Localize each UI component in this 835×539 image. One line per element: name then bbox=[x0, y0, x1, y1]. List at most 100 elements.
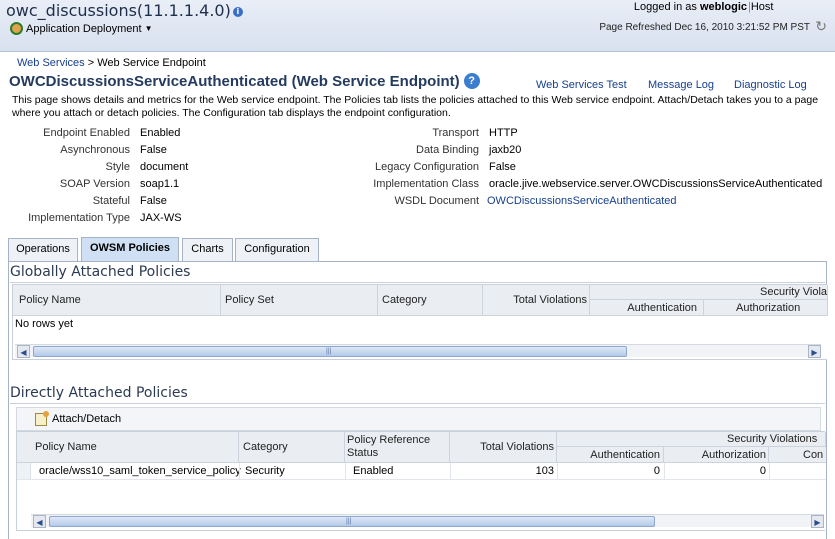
column-header-authorization[interactable]: Authorization bbox=[704, 300, 828, 316]
logged-in-prefix: Logged in as bbox=[633, 1, 697, 13]
message-log-link[interactable]: Message Log bbox=[648, 79, 714, 91]
breadcrumb-current: Web Service Endpoint bbox=[97, 57, 206, 69]
attach-detach-icon bbox=[35, 411, 49, 426]
total-violations-cell: 103 bbox=[535, 465, 554, 477]
column-header-authorization[interactable]: Authorization bbox=[664, 447, 769, 463]
direct-policies-table: Policy Name Category Policy Reference St… bbox=[16, 431, 826, 531]
page-title-text: OWCDiscussionsServiceAuthenticated (Web … bbox=[9, 73, 460, 90]
prop-value: jaxb20 bbox=[489, 144, 522, 156]
global-policies-table: Policy Name Policy Set Category Total Vi… bbox=[12, 284, 828, 360]
help-icon[interactable]: ? bbox=[463, 73, 480, 89]
web-services-test-link[interactable]: Web Services Test bbox=[536, 79, 627, 91]
info-icon[interactable]: i bbox=[232, 6, 243, 17]
deployment-icon bbox=[10, 22, 23, 35]
username: weblogic bbox=[699, 1, 747, 13]
scroll-left-button[interactable]: ◀ bbox=[33, 515, 46, 528]
prop-label: Style bbox=[105, 161, 130, 173]
application-deployment-label: Application Deployment bbox=[26, 22, 142, 35]
section-divider bbox=[10, 403, 825, 404]
column-header-con[interactable]: Con bbox=[769, 447, 826, 463]
status-cell: Enabled bbox=[353, 465, 394, 477]
column-group-security-violations: Security Viola bbox=[590, 285, 828, 300]
breadcrumb-web-services[interactable]: Web Services bbox=[17, 57, 85, 69]
breadcrumb: Web Services > Web Service Endpoint bbox=[17, 57, 206, 69]
prop-value: oracle.jive.webservice.server.OWCDiscuss… bbox=[489, 178, 823, 190]
column-header-policy-name[interactable]: Policy Name bbox=[13, 285, 221, 316]
global-policies-title: Globally Attached Policies bbox=[10, 264, 191, 280]
prop-label: WSDL Document bbox=[394, 195, 479, 207]
scroll-right-button[interactable]: ▶ bbox=[808, 345, 821, 358]
table-row[interactable]: oracle/wss10_saml_token_service_policy S… bbox=[17, 463, 826, 480]
column-group-security-violations: Security Violations bbox=[557, 432, 826, 447]
column-header-total-violations[interactable]: Total Violations bbox=[483, 285, 590, 316]
prop-value: soap1.1 bbox=[140, 178, 180, 190]
cell-divider bbox=[664, 463, 665, 479]
policies-toolbar: Attach/Detach bbox=[16, 407, 821, 431]
scroll-left-button[interactable]: ◀ bbox=[17, 345, 30, 358]
cell-divider bbox=[769, 463, 770, 479]
diagnostic-log-link[interactable]: Diagnostic Log bbox=[734, 79, 807, 91]
cell-divider bbox=[557, 463, 558, 479]
page-description: This page shows details and metrics for … bbox=[12, 94, 819, 119]
scrollbar-thumb[interactable]: ||| bbox=[33, 346, 627, 357]
empty-table-text: No rows yet bbox=[15, 318, 74, 330]
prop-label: SOAP Version bbox=[59, 178, 130, 190]
column-header-authentication[interactable]: Authentication bbox=[557, 447, 664, 463]
app-header: owc_discussions(11.1.1.4.0) i Application… bbox=[0, 0, 835, 52]
grip-icon: ||| bbox=[346, 518, 352, 525]
prop-label: Legacy Configuration bbox=[375, 161, 479, 173]
horizontal-scrollbar[interactable]: ◀ ||| ▶ bbox=[31, 514, 824, 528]
host-label[interactable]: Host bbox=[751, 1, 774, 13]
prop-label: Stateful bbox=[92, 195, 130, 207]
tab-configuration[interactable]: Configuration bbox=[235, 238, 319, 262]
logged-in-info: Logged in as weblogic bbox=[634, 1, 747, 13]
column-header-policy-name[interactable]: Policy Name bbox=[17, 432, 239, 463]
authorization-cell: 0 bbox=[759, 465, 766, 477]
horizontal-scrollbar[interactable]: ◀ ||| ▶ bbox=[15, 344, 821, 358]
column-header-policy-reference-status[interactable]: Policy Reference Status bbox=[345, 432, 450, 463]
prop-value: False bbox=[140, 195, 167, 207]
prop-label: Endpoint Enabled bbox=[43, 127, 130, 139]
prop-value: HTTP bbox=[489, 127, 518, 139]
application-deployment-menu[interactable]: Application Deployment ▼ bbox=[10, 22, 153, 35]
tab-operations[interactable]: Operations bbox=[8, 238, 78, 262]
app-title-text: owc_discussions(11.1.1.4.0) bbox=[6, 1, 231, 20]
column-header-authentication[interactable]: Authentication bbox=[590, 300, 704, 316]
cell-divider bbox=[450, 463, 451, 479]
column-header-category[interactable]: Category bbox=[378, 285, 483, 316]
cell-divider bbox=[239, 463, 240, 479]
prop-value: False bbox=[489, 161, 516, 173]
prop-label: Asynchronous bbox=[60, 144, 130, 156]
column-header-category[interactable]: Category bbox=[239, 432, 345, 463]
tab-charts[interactable]: Charts bbox=[182, 238, 233, 262]
attach-detach-button[interactable]: Attach/Detach bbox=[52, 413, 121, 425]
scroll-right-button[interactable]: ▶ bbox=[811, 515, 824, 528]
prop-value: False bbox=[140, 144, 167, 156]
column-header-total-violations[interactable]: Total Violations bbox=[450, 432, 557, 463]
page-title: OWCDiscussionsServiceAuthenticated (Web … bbox=[9, 73, 480, 90]
breadcrumb-separator: > bbox=[87, 57, 95, 69]
app-title: owc_discussions(11.1.1.4.0) i bbox=[6, 1, 243, 20]
page-refreshed: Page Refreshed Dec 16, 2010 3:21:52 PM P… bbox=[599, 22, 810, 33]
policy-name-cell: oracle/wss10_saml_token_service_policy bbox=[39, 465, 241, 477]
prop-label: Transport bbox=[432, 127, 479, 139]
category-cell: Security bbox=[245, 465, 285, 477]
prop-value: Enabled bbox=[140, 127, 181, 139]
refresh-icon[interactable]: ↻ bbox=[815, 18, 827, 35]
section-divider bbox=[10, 282, 825, 283]
prop-value: document bbox=[140, 161, 189, 173]
prop-value: JAX-WS bbox=[140, 212, 182, 224]
host-menu[interactable]: |Host bbox=[748, 1, 773, 13]
tab-owsm-policies[interactable]: OWSM Policies bbox=[81, 237, 179, 262]
prop-label: Implementation Class bbox=[373, 178, 479, 190]
scrollbar-thumb[interactable]: ||| bbox=[49, 516, 655, 527]
cell-divider bbox=[345, 463, 346, 479]
row-selector[interactable] bbox=[17, 463, 31, 479]
prop-label: Implementation Type bbox=[28, 212, 130, 224]
column-header-policy-set[interactable]: Policy Set bbox=[221, 285, 378, 316]
direct-policies-title: Directly Attached Policies bbox=[10, 385, 188, 401]
wsdl-document-link[interactable]: OWCDiscussionsServiceAuthenticated bbox=[487, 195, 677, 207]
chevron-down-icon: ▼ bbox=[144, 24, 153, 33]
grip-icon: ||| bbox=[326, 348, 332, 355]
authentication-cell: 0 bbox=[653, 465, 660, 477]
